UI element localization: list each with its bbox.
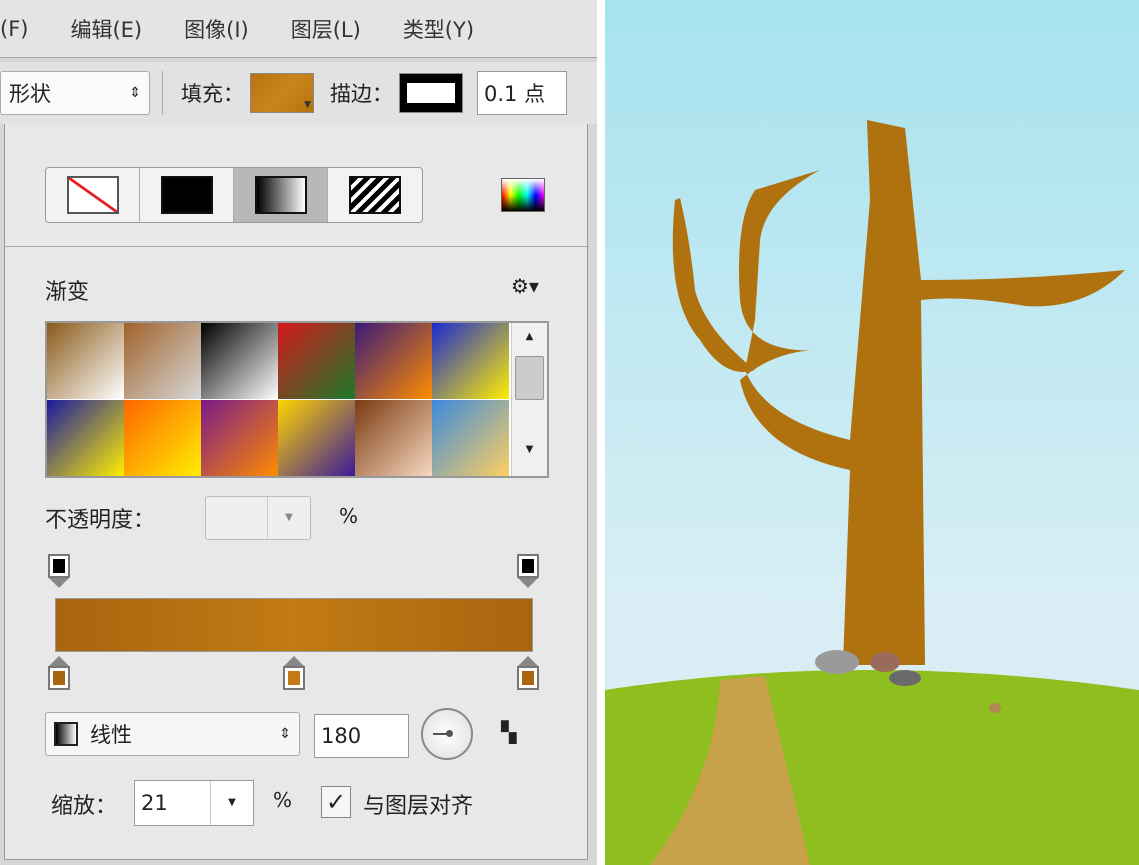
tree-trunk <box>739 120 1125 665</box>
gradient-type-select[interactable]: 线性 ⇕ <box>45 712 300 756</box>
gradient-presets: ▲ ▼ <box>45 321 549 478</box>
color-stop[interactable] <box>48 656 70 692</box>
stroke-label: 描边： <box>330 82 393 106</box>
tree-illustration <box>605 120 1139 865</box>
pattern-fill-button[interactable] <box>328 168 422 222</box>
linear-gradient-icon <box>54 722 78 746</box>
stroke-swatch[interactable] <box>399 73 463 113</box>
gradient-preset[interactable] <box>47 323 124 399</box>
menu-type[interactable]: 类型(Y) <box>403 14 474 44</box>
menu-bar: (F) 编辑(E) 图像(I) 图层(L) 类型(Y) <box>0 0 597 58</box>
divider <box>5 246 589 247</box>
opacity-label: 不透明度： <box>45 508 156 533</box>
stroke-width-input[interactable]: 0.1 点 <box>477 71 567 115</box>
align-label: 与图层对齐 <box>363 794 474 819</box>
gradient-preset[interactable] <box>201 323 278 399</box>
angle-dial[interactable] <box>421 708 473 760</box>
gradient-preset[interactable] <box>432 400 509 476</box>
opacity-combo[interactable]: ▼ <box>205 496 311 540</box>
gradient-type-value: 线性 <box>90 723 132 747</box>
gear-menu-icon[interactable]: ⚙▾ <box>511 274 539 298</box>
gradient-preset[interactable] <box>355 323 432 399</box>
artwork-canvas[interactable] <box>605 0 1139 865</box>
dropdown-icon[interactable]: ▼ <box>268 497 310 539</box>
gradient-preset[interactable] <box>47 400 124 476</box>
gradient-preset[interactable] <box>278 400 355 476</box>
scale-label: 缩放： <box>51 794 118 819</box>
dropdown-icon: ▼ <box>304 100 311 110</box>
gradient-preset[interactable] <box>278 323 355 399</box>
scale-value[interactable]: 21 <box>135 781 211 825</box>
gradient-preset[interactable] <box>201 400 278 476</box>
scroll-thumb[interactable] <box>515 356 544 400</box>
stone <box>889 670 921 686</box>
menu-layer[interactable]: 图层(L) <box>291 14 361 44</box>
scrollbar[interactable]: ▲ ▼ <box>511 323 547 476</box>
scale-percent: % <box>273 788 293 812</box>
gradient-preset[interactable] <box>432 323 509 399</box>
fill-type-buttons <box>45 167 423 223</box>
fill-panel: 渐变 ⚙▾ ▲ ▼ 不透明度： ▼ % 线性 ⇕ 180 ▚ 缩放： 21 ▼ … <box>4 124 589 860</box>
align-checkbox[interactable]: ✓ <box>321 786 351 818</box>
color-picker-icon[interactable] <box>501 178 545 212</box>
gradient-fill-button[interactable] <box>234 168 328 222</box>
angle-input[interactable]: 180 <box>314 714 409 758</box>
color-stop[interactable] <box>517 656 539 692</box>
left-app-area: (F) 编辑(E) 图像(I) 图层(L) 类型(Y) 形状 ⇕ 填充： ▼ 描… <box>0 0 597 865</box>
scroll-down-icon[interactable]: ▼ <box>512 444 547 455</box>
gradient-preset[interactable] <box>124 323 201 399</box>
menu-image[interactable]: 图像(I) <box>184 14 249 44</box>
opacity-stop-left[interactable] <box>48 554 70 590</box>
gradient-slider[interactable] <box>55 598 533 652</box>
scroll-up-icon[interactable]: ▲ <box>512 331 547 342</box>
menu-edit[interactable]: 编辑(E) <box>70 14 142 44</box>
divider <box>162 71 163 115</box>
gradient-section-title: 渐变 <box>45 280 90 305</box>
updown-icon: ⇕ <box>279 726 291 742</box>
opacity-percent: % <box>339 504 359 528</box>
opacity-stop-right[interactable] <box>517 554 539 590</box>
no-fill-button[interactable] <box>46 168 140 222</box>
opacity-value[interactable] <box>206 497 268 539</box>
stone <box>815 650 859 674</box>
solid-fill-button[interactable] <box>140 168 234 222</box>
fill-swatch[interactable]: ▼ <box>250 73 314 113</box>
options-toolbar: 形状 ⇕ 填充： ▼ 描边： 0.1 点 <box>0 62 597 124</box>
mode-select[interactable]: 形状 ⇕ <box>0 71 150 115</box>
menu-file[interactable]: (F) <box>0 17 28 41</box>
gradient-preset[interactable] <box>355 400 432 476</box>
stone <box>870 652 900 672</box>
scale-combo[interactable]: 21 ▼ <box>134 780 254 826</box>
gradient-preset[interactable] <box>124 400 201 476</box>
dropdown-icon[interactable]: ▼ <box>211 781 253 825</box>
stone <box>989 703 1001 713</box>
fill-label: 填充： <box>181 82 244 106</box>
updown-icon: ⇕ <box>129 85 141 101</box>
mode-value: 形状 <box>9 82 51 106</box>
reverse-gradient-icon[interactable]: ▚ <box>501 720 516 744</box>
color-stop[interactable] <box>282 656 305 692</box>
